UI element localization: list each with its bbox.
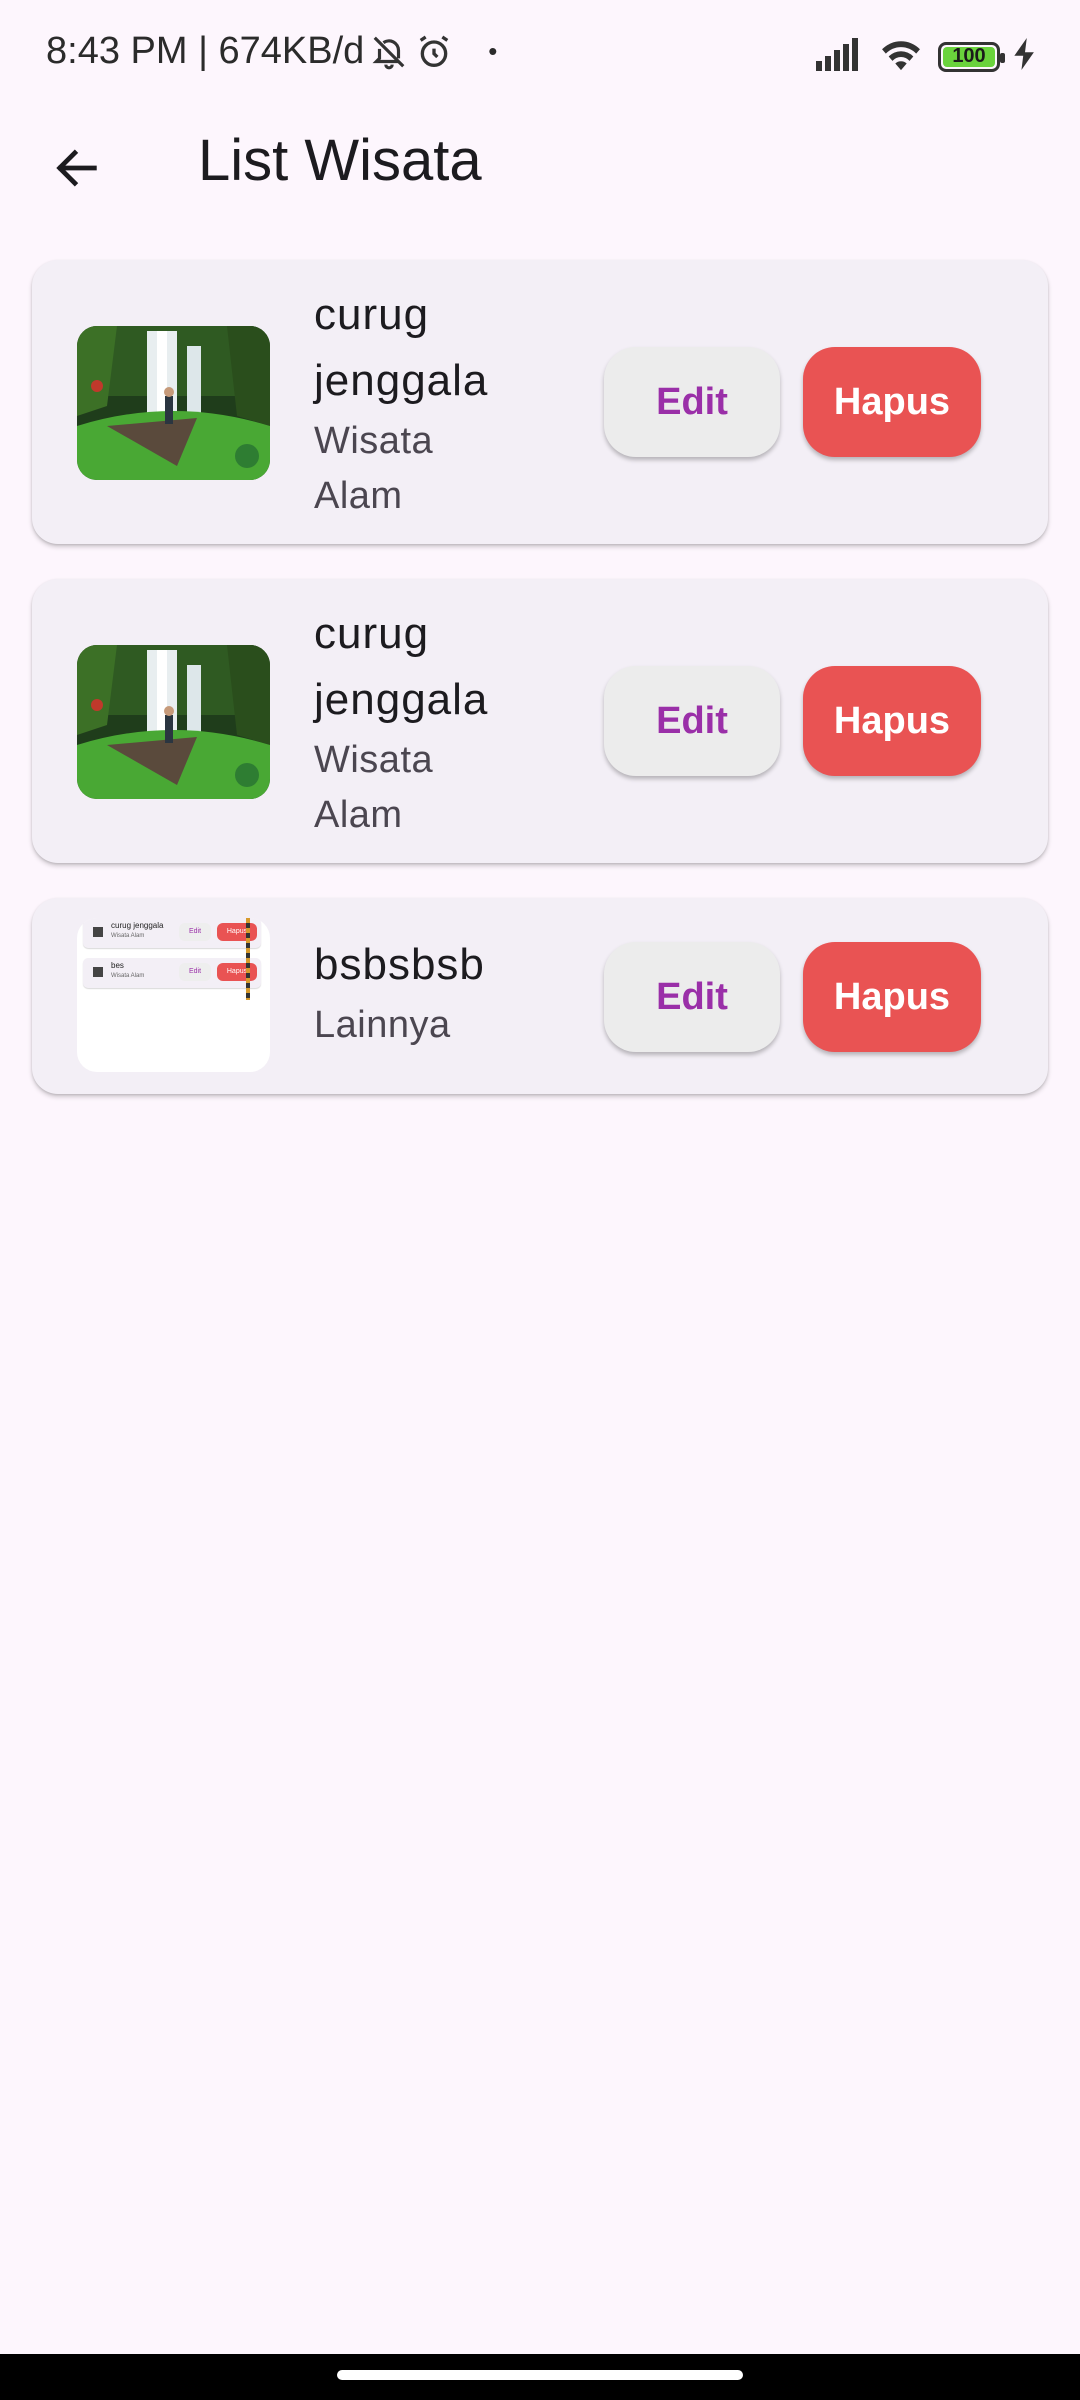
image-icon	[93, 967, 103, 977]
item-category: Alam	[314, 475, 403, 517]
status-right: 100	[816, 36, 1036, 77]
item-texts: bsbsbsb Lainnya	[314, 932, 485, 1053]
edit-button[interactable]: Edit	[604, 942, 780, 1052]
item-category: Alam	[314, 794, 403, 836]
signal-icon	[816, 37, 864, 76]
status-left: 8:43 PM | 674KB/d •	[46, 30, 497, 73]
wifi-icon	[878, 36, 924, 77]
edit-button[interactable]: Edit	[604, 666, 780, 776]
item-texts: curug jenggala Wisata Alam	[314, 282, 488, 524]
item-name: curug	[314, 609, 430, 658]
image-icon	[93, 927, 103, 937]
item-category: Lainnya	[314, 1004, 451, 1046]
delete-button[interactable]: Hapus	[803, 942, 981, 1052]
list-item: curug jenggala Wisata Alam Edit Hapus	[32, 260, 1048, 544]
edit-button[interactable]: Edit	[604, 347, 780, 457]
item-texts: curug jenggala Wisata Alam	[314, 601, 488, 843]
thumb-row: bes Wisata Alam Edit Hapus	[83, 958, 261, 988]
item-name: jenggala	[314, 675, 489, 724]
scroll-stripe	[246, 918, 250, 1000]
waterfall-photo	[77, 645, 270, 799]
navigation-bar	[0, 2354, 1080, 2400]
waterfall-photo	[77, 326, 270, 480]
app-bar: List Wisata	[0, 115, 1080, 215]
page-title: List Wisata	[198, 128, 482, 193]
item-name: bsbsbsb	[314, 940, 485, 989]
thumb-row: curug jenggala Wisata Alam Edit Hapus	[83, 918, 261, 948]
home-indicator[interactable]	[337, 2370, 743, 2380]
item-category: Wisata	[314, 420, 434, 462]
delete-button[interactable]: Hapus	[803, 666, 981, 776]
item-name: jenggala	[314, 356, 489, 405]
status-dot: •	[488, 36, 498, 66]
status-bar: 8:43 PM | 674KB/d • 100	[0, 0, 1080, 115]
alarm-icon	[414, 32, 454, 72]
list-item: curug jenggala Wisata Alam Edit Hapus be…	[32, 898, 1048, 1094]
arrow-left-icon	[56, 149, 97, 187]
list-item: curug jenggala Wisata Alam Edit Hapus	[32, 579, 1048, 863]
app-screenshot-thumbnail: curug jenggala Wisata Alam Edit Hapus be…	[77, 918, 270, 1072]
battery-icon: 100	[938, 41, 1005, 72]
status-time: 8:43 PM | 674KB/d	[46, 30, 365, 72]
item-name: curug	[314, 290, 430, 339]
bell-off-icon	[370, 33, 408, 71]
item-category: Wisata	[314, 739, 434, 781]
delete-button[interactable]: Hapus	[803, 347, 981, 457]
charging-icon	[1014, 38, 1036, 75]
back-button[interactable]	[44, 135, 110, 201]
